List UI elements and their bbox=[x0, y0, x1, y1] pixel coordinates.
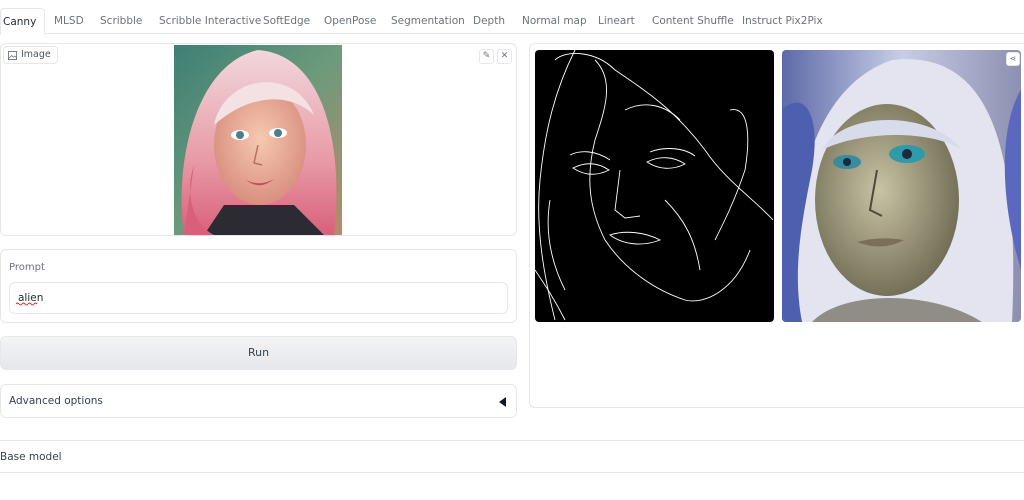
share-icon[interactable]: ⋖ bbox=[1006, 52, 1020, 66]
caret-left-icon[interactable] bbox=[499, 397, 506, 407]
tab-scribble[interactable]: Scribble bbox=[100, 8, 142, 34]
spellcheck-underline bbox=[16, 302, 38, 306]
tab-canny[interactable]: Canny bbox=[0, 8, 46, 35]
tab-content-shuffle[interactable]: Content Shuffle bbox=[652, 8, 734, 34]
prompt-panel: Prompt bbox=[0, 249, 517, 323]
run-button[interactable]: Run bbox=[0, 336, 517, 370]
tab-softedge[interactable]: SoftEdge bbox=[263, 8, 310, 34]
input-portrait-image bbox=[174, 45, 342, 235]
tab-scribble-interactive[interactable]: Scribble Interactive bbox=[159, 8, 261, 34]
base-model-label: Base model bbox=[0, 451, 62, 463]
tab-depth[interactable]: Depth bbox=[473, 8, 505, 34]
generated-alien-output-image[interactable] bbox=[782, 50, 1021, 322]
base-model-row: Base model bbox=[0, 440, 1024, 473]
tab-segmentation[interactable]: Segmentation bbox=[391, 8, 465, 34]
prompt-input[interactable] bbox=[9, 282, 508, 314]
tab-mlsd[interactable]: MLSD bbox=[54, 8, 84, 34]
tab-instruct-pix2pix[interactable]: Instruct Pix2Pix bbox=[742, 8, 823, 34]
canny-edge-output-image[interactable] bbox=[535, 50, 774, 322]
tab-bar: Canny MLSD Scribble Scribble Interactive… bbox=[0, 8, 1024, 35]
tab-openpose[interactable]: OpenPose bbox=[324, 8, 376, 34]
image-label: Image bbox=[3, 46, 58, 64]
image-icon bbox=[8, 50, 17, 60]
pencil-icon[interactable]: ✎ bbox=[479, 49, 494, 64]
tab-normal-map[interactable]: Normal map bbox=[522, 8, 587, 34]
advanced-options-accordion[interactable]: Advanced options bbox=[0, 384, 517, 418]
prompt-label: Prompt bbox=[9, 262, 45, 273]
advanced-options-label: Advanced options bbox=[9, 395, 103, 407]
tab-lineart[interactable]: Lineart bbox=[598, 8, 635, 34]
close-icon[interactable]: ✕ bbox=[497, 49, 512, 64]
